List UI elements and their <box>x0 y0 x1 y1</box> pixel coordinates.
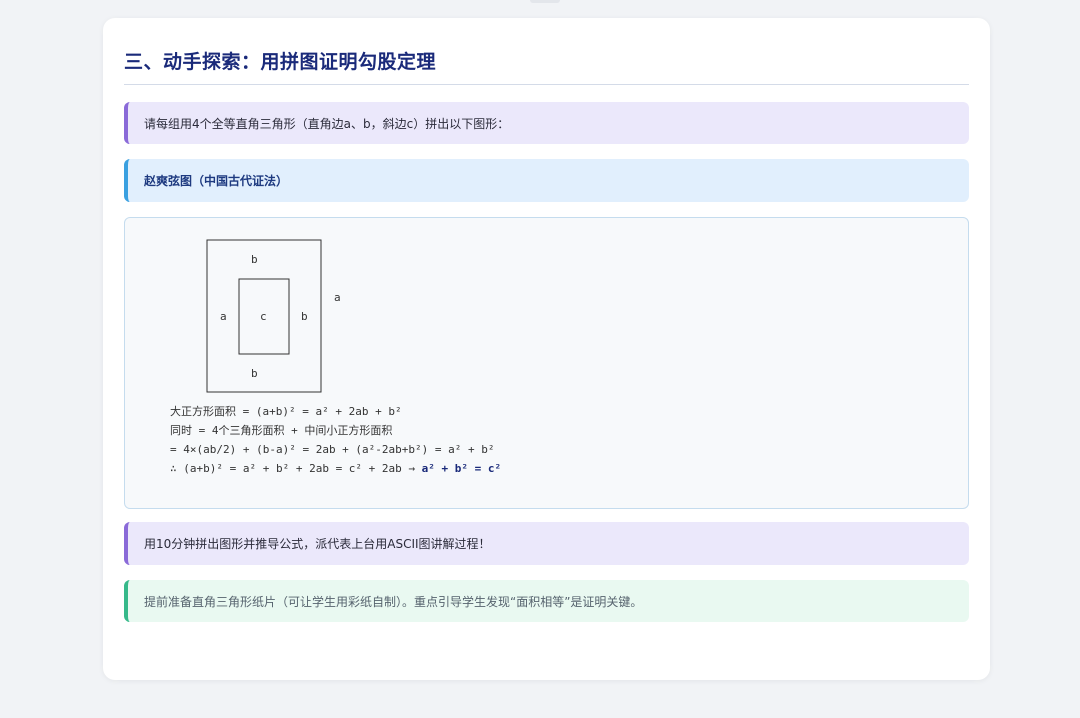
zhao-shuang-diagram-box: b a a c b b 大正方形面积 = (a+b)² = a² + 2ab +… <box>124 217 969 509</box>
diagram-heading-text: 赵爽弦图（中国古代证法） <box>144 174 289 188</box>
formula-line-4: ∴ (a+b)² = a² + b² + 2ab = c² + 2ab → a²… <box>170 459 501 478</box>
task-text: 用10分钟拼出图形并推导公式，派代表上台用ASCII图讲解过程！ <box>144 537 491 551</box>
task-callout: 用10分钟拼出图形并推导公式，派代表上台用ASCII图讲解过程！ <box>124 522 969 565</box>
teacher-tip-text: 提前准备直角三角形纸片（可让学生用彩纸自制）。重点引导学生发现“面积相等”是证明… <box>144 594 643 609</box>
label-bottom-b: b <box>251 367 258 380</box>
label-left-a: a <box>220 310 227 323</box>
label-center-c: c <box>260 310 267 323</box>
formula-line-3: = 4×(ab/2) + (b-a)² = 2ab + (a²-2ab+b²) … <box>170 443 495 456</box>
label-outer-a: a <box>334 291 341 304</box>
formula-line-1: 大正方形面积 = (a+b)² = a² + 2ab + b² <box>170 405 402 418</box>
formula-line-2: 同时 = 4个三角形面积 + 中间小正方形面积 <box>170 424 393 437</box>
lesson-card: 三、动手探索：用拼图证明勾股定理 请每组用4个全等直角三角形（直角边a、b，斜边… <box>103 18 990 680</box>
pythagorean-result: a² + b² = c² <box>421 462 502 475</box>
section-title: 三、动手探索：用拼图证明勾股定理 <box>124 51 437 73</box>
intro-callout: 请每组用4个全等直角三角形（直角边a、b，斜边c）拼出以下图形： <box>124 102 969 144</box>
intro-text: 请每组用4个全等直角三角形（直角边a、b，斜边c）拼出以下图形： <box>144 116 510 131</box>
title-divider <box>124 84 969 85</box>
formula-line-4-prefix: ∴ (a+b)² = a² + b² + 2ab = c² + 2ab → <box>170 462 422 475</box>
label-top-b: b <box>251 253 258 266</box>
teacher-tip-callout: 提前准备直角三角形纸片（可让学生用彩纸自制）。重点引导学生发现“面积相等”是证明… <box>124 580 969 622</box>
diagram-heading-callout: 赵爽弦图（中国古代证法） <box>124 159 969 202</box>
top-scroll-nub <box>530 0 560 3</box>
label-right-b: b <box>301 310 308 323</box>
